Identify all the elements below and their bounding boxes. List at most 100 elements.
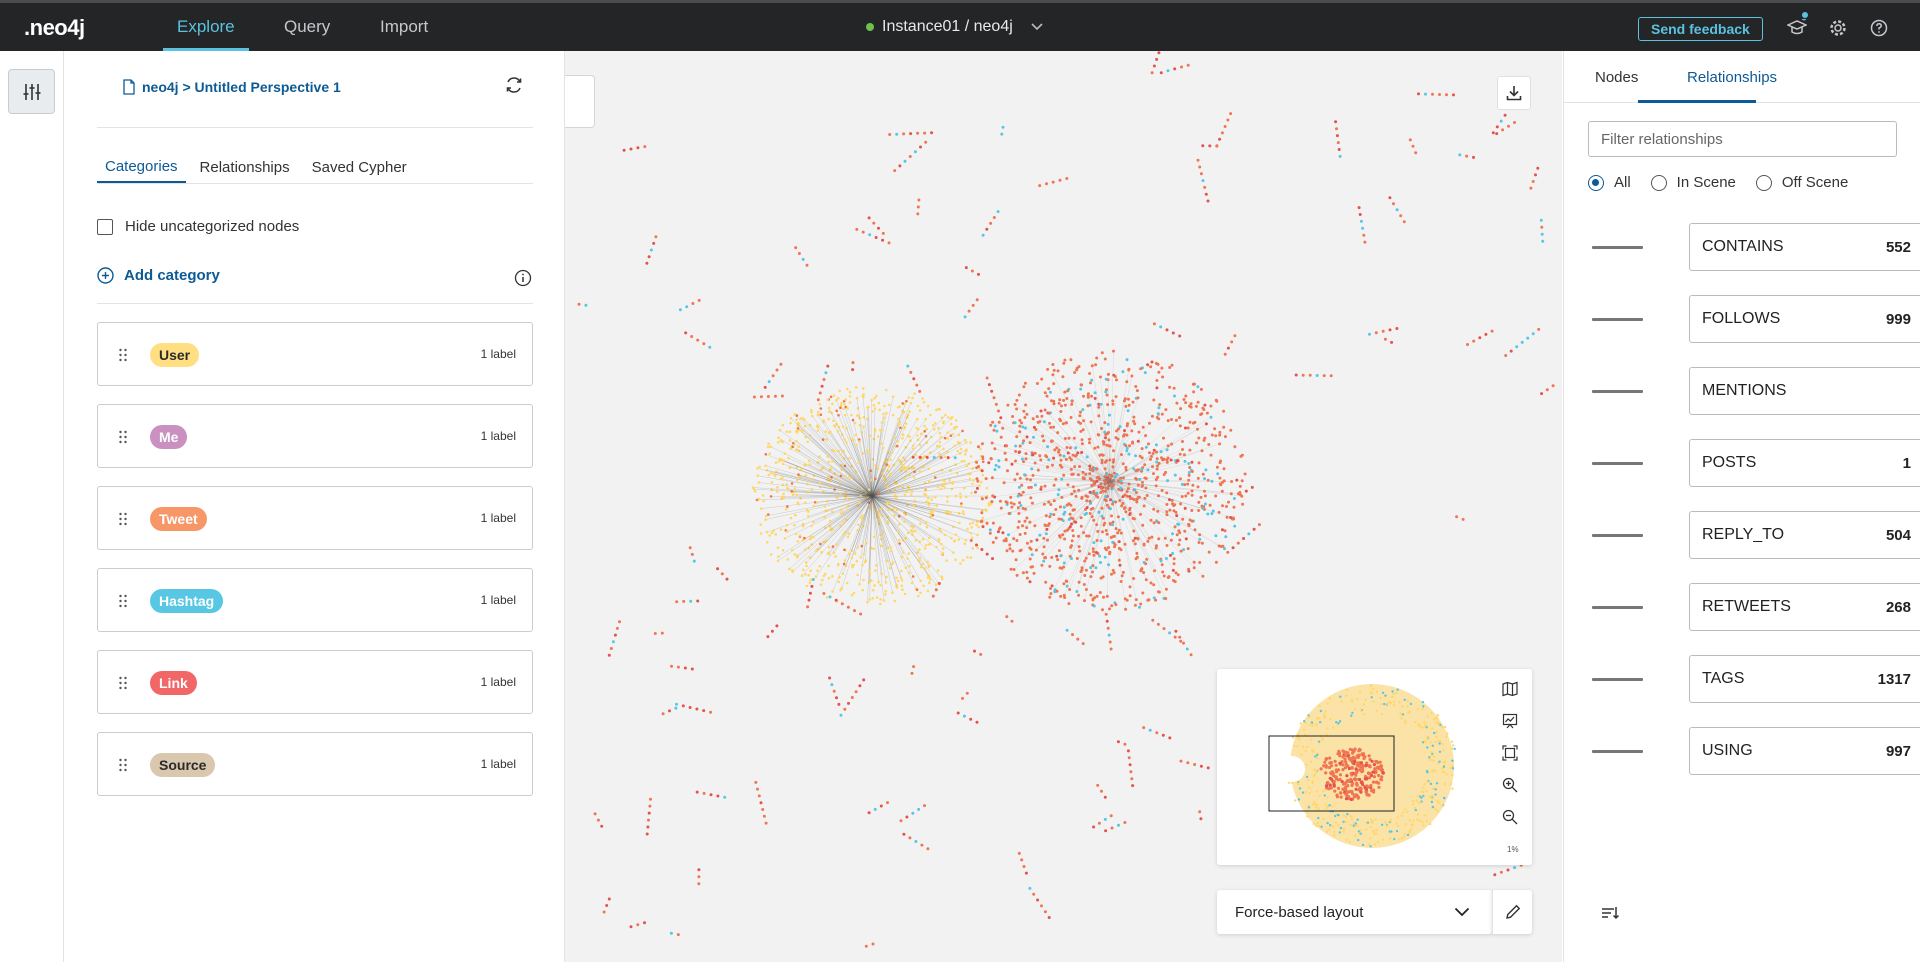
perspective-drawer-button[interactable] (8, 69, 55, 114)
instance-label: Instance01 / neo4j (882, 18, 1013, 35)
tab-nodes[interactable]: Nodes (1595, 69, 1638, 86)
relationship-row[interactable]: RETWEETS 268 (1592, 583, 1920, 631)
radio-in-scene[interactable]: In Scene (1650, 174, 1736, 191)
filter-relationships-input[interactable] (1588, 121, 1897, 157)
relationship-style-line[interactable] (1592, 678, 1643, 681)
category-label-count: 1 label (480, 429, 516, 443)
gear-icon[interactable] (1827, 17, 1849, 39)
chevron-down-icon (1454, 904, 1470, 921)
relationship-type-box[interactable]: USING 997 (1689, 727, 1920, 775)
relationship-row[interactable]: REPLY_TO 504 (1592, 511, 1920, 559)
send-feedback-button[interactable]: Send feedback (1638, 17, 1763, 41)
drag-handle-icon[interactable] (118, 429, 128, 445)
category-card[interactable]: Link 1 label (97, 650, 533, 714)
relationship-style-line[interactable] (1592, 318, 1643, 321)
radio-off-scene[interactable]: Off Scene (1755, 174, 1848, 191)
relationship-name: USING (1702, 742, 1753, 759)
relationship-count: 504 (1885, 527, 1911, 544)
zoom-in-icon[interactable] (1500, 775, 1520, 795)
tab-categories[interactable]: Categories (97, 151, 186, 183)
relationship-row[interactable]: FOLLOWS 999 (1592, 295, 1920, 343)
radio-label: In Scene (1676, 174, 1736, 191)
sort-icon[interactable] (1600, 903, 1620, 923)
radio-label: All (1614, 174, 1631, 191)
drag-handle-icon[interactable] (118, 757, 128, 773)
category-card[interactable]: Hashtag 1 label (97, 568, 533, 632)
relationship-style-line[interactable] (1592, 750, 1643, 753)
relationship-style-line[interactable] (1592, 606, 1643, 609)
relationship-type-box[interactable]: RETWEETS 268 (1689, 583, 1920, 631)
relationship-row[interactable]: USING 997 (1592, 727, 1920, 775)
radio-button[interactable] (1650, 174, 1667, 191)
radio-button[interactable] (1755, 174, 1772, 191)
drag-handle-icon[interactable] (118, 675, 128, 691)
pencil-icon (1505, 904, 1520, 919)
plus-circle-icon (97, 267, 114, 284)
instance-selector[interactable]: Instance01 / neo4j (866, 3, 1043, 51)
hide-uncategorized-checkbox[interactable] (97, 218, 113, 235)
minimap-view[interactable] (1217, 669, 1487, 865)
category-label-count: 1 label (480, 675, 516, 689)
breadcrumb[interactable]: neo4j > Untitled Perspective 1 (122, 79, 341, 95)
hide-uncategorized-row[interactable]: Hide uncategorized nodes (97, 218, 299, 235)
right-panel: Nodes Relationships All In Scene Off Sce… (1563, 51, 1920, 962)
neo4j-logo[interactable]: .neo4j (24, 15, 85, 41)
perspective-tabs: Categories Relationships Saved Cypher (97, 151, 421, 183)
relationship-type-box[interactable]: CONTAINS 552 (1689, 223, 1920, 271)
tab-import[interactable]: Import (380, 3, 428, 51)
radio-all[interactable]: All (1588, 174, 1631, 191)
layout-select[interactable]: Force-based layout (1217, 890, 1492, 934)
relationship-style-line[interactable] (1592, 534, 1643, 537)
category-card[interactable]: Source 1 label (97, 732, 533, 796)
relationship-type-box[interactable]: MENTIONS (1689, 367, 1920, 415)
tab-explore[interactable]: Explore (163, 3, 249, 51)
graduation-cap-icon[interactable] (1786, 17, 1808, 39)
radio-button[interactable] (1588, 174, 1604, 191)
relationship-type-box[interactable]: FOLLOWS 999 (1689, 295, 1920, 343)
relationship-name: FOLLOWS (1702, 310, 1781, 327)
relationship-row[interactable]: MENTIONS (1592, 367, 1920, 415)
presentation-icon[interactable] (1500, 711, 1520, 731)
fit-to-screen-icon[interactable] (1500, 743, 1520, 763)
search-toggle[interactable] (565, 75, 595, 128)
divider (97, 127, 533, 128)
map-icon[interactable] (1500, 679, 1520, 699)
relationship-type-box[interactable]: REPLY_TO 504 (1689, 511, 1920, 559)
relationship-name: REPLY_TO (1702, 526, 1785, 543)
status-dot (866, 23, 874, 31)
drag-handle-icon[interactable] (118, 511, 128, 527)
relationship-type-box[interactable]: POSTS 1 (1689, 439, 1920, 487)
minimap[interactable]: 1% (1217, 669, 1532, 865)
category-card[interactable]: Me 1 label (97, 404, 533, 468)
relationship-style-line[interactable] (1592, 246, 1643, 249)
refresh-icon[interactable] (504, 75, 526, 97)
tab-relationships[interactable]: Relationships (1687, 69, 1777, 86)
chevron-down-icon (1031, 20, 1043, 34)
help-icon[interactable] (1868, 17, 1890, 39)
relationship-count: 1 (1902, 455, 1911, 472)
tab-saved-cypher[interactable]: Saved Cypher (304, 151, 415, 183)
category-card[interactable]: User 1 label (97, 322, 533, 386)
add-category-button[interactable]: Add category (97, 267, 220, 284)
relationship-style-line[interactable] (1592, 390, 1643, 393)
relationship-row[interactable]: CONTAINS 552 (1592, 223, 1920, 271)
relationship-row[interactable]: POSTS 1 (1592, 439, 1920, 487)
notification-dot (1802, 12, 1808, 18)
tab-relationships[interactable]: Relationships (192, 151, 298, 183)
edit-layout-button[interactable] (1492, 890, 1532, 934)
drag-handle-icon[interactable] (118, 347, 128, 363)
tab-query[interactable]: Query (284, 3, 330, 51)
category-label-count: 1 label (480, 593, 516, 607)
relationship-type-box[interactable]: TAGS 1317 (1689, 655, 1920, 703)
info-icon[interactable] (514, 269, 532, 287)
zoom-out-icon[interactable] (1500, 807, 1520, 827)
category-label-count: 1 label (480, 511, 516, 525)
relationship-row[interactable]: TAGS 1317 (1592, 655, 1920, 703)
category-card[interactable]: Tweet 1 label (97, 486, 533, 550)
divider (97, 303, 533, 304)
drag-handle-icon[interactable] (118, 593, 128, 609)
relationship-name: TAGS (1702, 670, 1745, 687)
relationship-count: 268 (1885, 599, 1911, 616)
download-icon[interactable] (1497, 76, 1531, 110)
relationship-style-line[interactable] (1592, 462, 1643, 465)
